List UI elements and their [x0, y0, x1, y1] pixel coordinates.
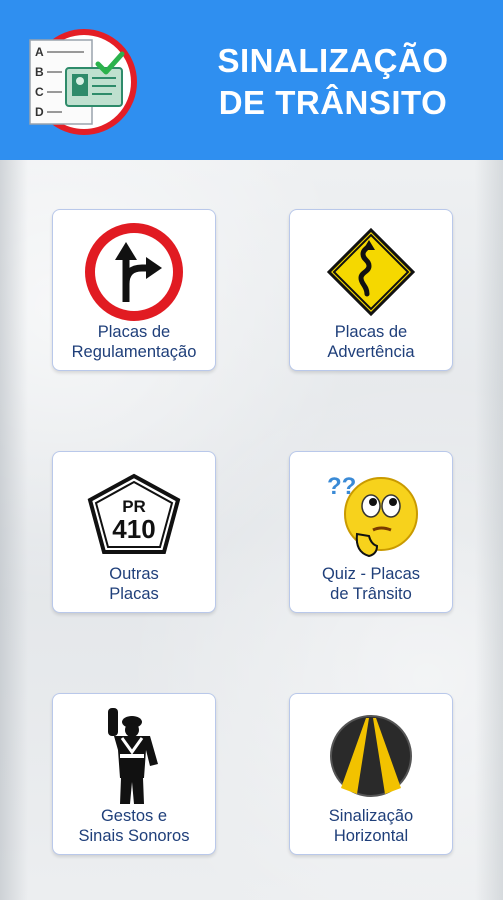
menu-card-gestures-sounds[interactable]: Gestos e Sinais Sonoros	[52, 693, 216, 855]
logo-letter-c: C	[35, 85, 44, 99]
menu-card-label: Gestos e Sinais Sonoros	[53, 806, 215, 846]
menu-card-label: Placas de Regulamentação	[53, 322, 215, 362]
label-line1: Placas de	[334, 323, 408, 341]
warning-sign-icon	[326, 227, 416, 317]
menu-card-horizontal-markings[interactable]: Sinalização Horizontal	[289, 693, 453, 855]
shield-number-text: 410	[112, 514, 155, 544]
label-line1: Quiz - Placas	[321, 565, 421, 583]
logo-icon: A B C D	[29, 29, 137, 135]
logo-letter-a: A	[35, 45, 44, 59]
menu-grid: Placas de Regulamentação Placas de Adver…	[0, 160, 503, 900]
label-line2: Advertência	[327, 343, 415, 361]
label-line1: Outras	[109, 565, 159, 583]
label-line2: Placas	[109, 585, 159, 603]
menu-card-quiz[interactable]: ?? Quiz - Placas de Trânsito	[289, 451, 453, 613]
app-title: SINALIZAÇÃO DE TRÂNSITO	[178, 40, 488, 124]
app-title-line1: SINALIZAÇÃO	[217, 42, 449, 79]
menu-card-label: Outras Placas	[53, 564, 215, 604]
regulation-sign-icon	[85, 223, 183, 321]
label-line2: de Trânsito	[330, 585, 412, 603]
road-markings-icon	[330, 715, 412, 797]
menu-card-regulation-signs[interactable]: Placas de Regulamentação	[52, 209, 216, 371]
menu-card-other-signs[interactable]: PR 410 Outras Placas	[52, 451, 216, 613]
logo-letter-b: B	[35, 65, 44, 79]
label-line2: Regulamentação	[71, 343, 197, 361]
app-title-line2: DE TRÂNSITO	[218, 84, 448, 121]
traffic-officer-icon	[108, 708, 158, 804]
menu-card-label: Quiz - Placas de Trânsito	[290, 564, 452, 604]
label-line1: Gestos e	[100, 807, 168, 825]
label-line2: Horizontal	[333, 827, 409, 845]
thinking-emoji-icon: ??	[327, 473, 418, 558]
highway-shield-icon: PR 410	[87, 473, 181, 554]
menu-card-label: Sinalização Horizontal	[290, 806, 452, 846]
menu-card-warning-signs[interactable]: Placas de Advertência	[289, 209, 453, 371]
label-line1: Placas de	[97, 323, 171, 341]
logo-letter-d: D	[35, 105, 44, 119]
app-header: A B C D SINALIZAÇÃO DE TRÂNSITO	[0, 0, 503, 160]
label-line2: Sinais Sonoros	[78, 827, 190, 845]
menu-card-label: Placas de Advertência	[290, 322, 452, 362]
label-line1: Sinalização	[328, 807, 414, 825]
